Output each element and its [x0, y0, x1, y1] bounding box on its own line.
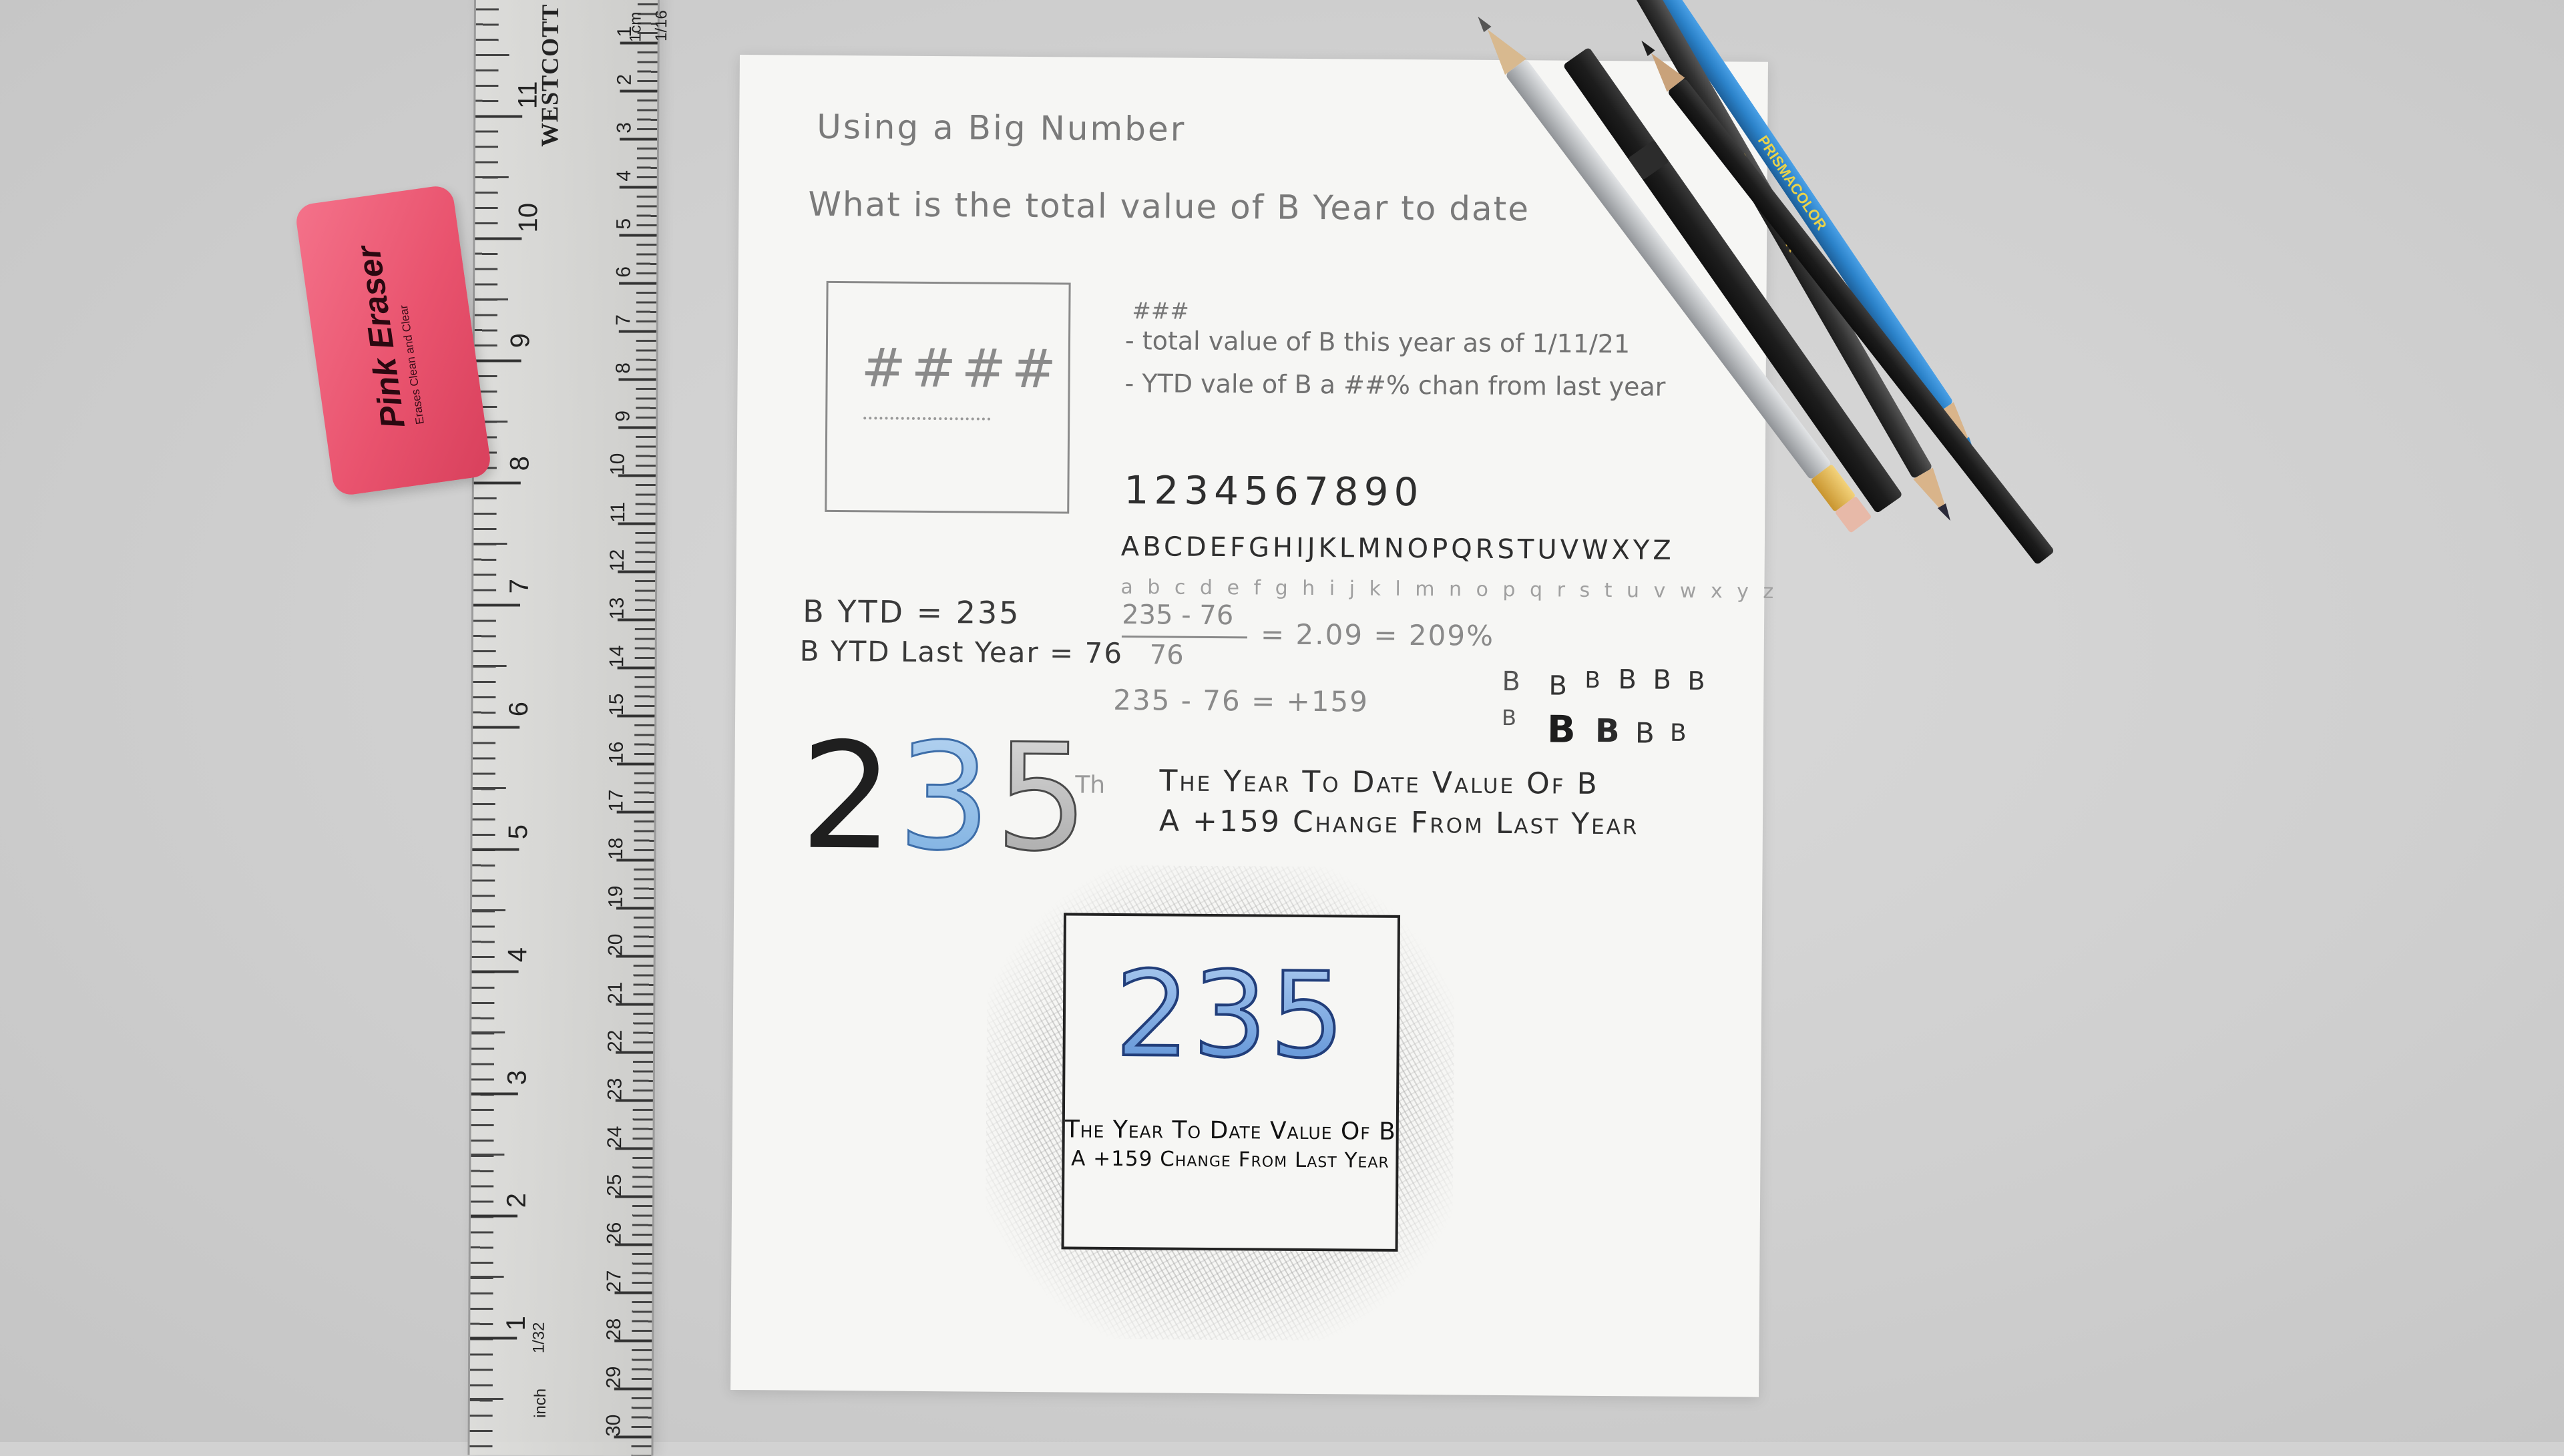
ruler-cm-number: 7: [612, 314, 635, 326]
ruler-inch-number: 8: [505, 455, 535, 471]
calc-last-year: B YTD Last Year = 76: [799, 634, 1124, 670]
b-sample: B: [1548, 670, 1568, 702]
ruler-cm-number: 14: [605, 645, 628, 668]
b-sample: B: [1502, 666, 1521, 698]
note-line-2: - YTD vale of B a ##% chan from last yea…: [1124, 369, 1666, 402]
b-sample: B: [1594, 712, 1620, 750]
ruler-cm-number: 1: [614, 25, 636, 37]
notes-hash: ###: [1132, 298, 1189, 325]
ruler-inch-number: 5: [503, 824, 533, 840]
fraction-numerator: 235 - 76: [1121, 599, 1234, 632]
final-number-card: 235 The Year To Date Value Of B A +159 C…: [1061, 913, 1401, 1252]
ruler-cm-number: 30: [602, 1414, 625, 1437]
sheet-question: What is the total value of B Year to dat…: [808, 184, 1530, 229]
b-sample: B: [1501, 704, 1517, 731]
final-caption-line-1: The Year To Date Value Of B: [1064, 1116, 1396, 1146]
big-number-digit-2: 3: [896, 710, 997, 884]
eraser-label: Pink Eraser Erases Clean and Clear: [349, 242, 427, 431]
sketch-box-placeholder: ####: [861, 336, 1062, 401]
ruler-brand: WESTCOTT: [536, 3, 564, 147]
ruler-inch-number: 2: [501, 1192, 531, 1208]
final-number: 235: [1065, 945, 1397, 1085]
fraction-result: = 2.09 = 209%: [1260, 618, 1495, 652]
ruler-cm-number: 4: [613, 170, 636, 182]
ruler-cm-number: 8: [612, 362, 635, 374]
b-sample: B: [1618, 664, 1637, 696]
ruler-small-label: 1/16: [652, 10, 671, 42]
fraction-denominator: 76: [1149, 640, 1184, 671]
ruler-fraction-label: 1/32: [529, 1322, 548, 1354]
ruler: WESTCOTT 1cm 1/16 1/32 inch 11 10 9 8 7 6 5 4 3 2…: [467, 0, 671, 1456]
ruler-cm-number: 2: [614, 73, 636, 85]
ruler-cm-number: 21: [604, 981, 626, 1005]
paper-sheet: Using a Big Number What is the total val…: [730, 55, 1777, 1397]
b-sample: B: [1669, 719, 1687, 747]
ruler-inch-number: 1: [501, 1315, 531, 1331]
sketch-box: ####: [825, 280, 1071, 514]
digits-practice: 1234567890: [1124, 467, 1424, 515]
caption-line-1: The Year To Date Value Of B: [1159, 764, 1599, 802]
ruler-cm-number: 16: [605, 741, 628, 764]
sheet-title: Using a Big Number: [817, 107, 1187, 149]
ruler-cm-number: 28: [602, 1318, 625, 1341]
ruler-cm-number: 23: [604, 1077, 626, 1101]
uppercase-practice: ABCDEFGHIJKLMNOPQRSTUVWXYZ: [1120, 531, 1675, 566]
note-line-1: - total value of B this year as of 1/11/…: [1124, 326, 1631, 359]
ruler-cm-number: 24: [603, 1126, 626, 1149]
b-sample: B: [1546, 708, 1576, 752]
ruler-cm-number: 15: [605, 693, 628, 716]
b-sample: B: [1635, 716, 1655, 750]
ruler-unit-bottom: inch: [531, 1388, 550, 1418]
sketch-box-squiggle: [863, 403, 991, 421]
ruler-cm-number: 20: [604, 933, 627, 957]
lowercase-practice: a b c d e f g h i j k l m n o p q r s t …: [1120, 575, 1778, 603]
ruler-cm-number: 29: [602, 1366, 625, 1389]
big-number-sketch: 235: [799, 710, 1094, 885]
ruler-cm-number: 3: [613, 122, 636, 134]
ruler-cm-number: 9: [612, 410, 634, 422]
difference-line: 235 - 76 = +159: [1113, 683, 1369, 718]
ruler-cm-number: 19: [604, 885, 627, 909]
ruler-inch-number: 4: [503, 947, 533, 963]
ruler-cm-number: 5: [613, 218, 636, 230]
ruler-cm-number: 18: [604, 837, 627, 861]
b-sample: B: [1653, 664, 1672, 696]
ruler-cm-number: 11: [606, 501, 630, 523]
ruler-cm-number: 25: [603, 1174, 626, 1197]
ruler-inch-number: 11: [513, 81, 543, 109]
ruler-cm-number: 26: [603, 1222, 626, 1245]
ruler-cm-number: 6: [612, 266, 635, 278]
ruler-cm-number: 27: [602, 1270, 625, 1293]
ruler-cm-number: 13: [606, 597, 628, 620]
ruler-cm-number: 12: [606, 549, 628, 572]
ruler-cm-number: 17: [604, 789, 628, 812]
b-sample: B: [1687, 666, 1705, 696]
ruler-inch-number: 3: [502, 1069, 532, 1085]
big-number-digit-1: 2: [799, 710, 899, 883]
ruler-inch-number: 10: [513, 202, 544, 233]
scribble: Th: [1075, 771, 1106, 799]
ruler-cm-number: 10: [606, 453, 629, 476]
ruler-inch-number: 9: [505, 332, 536, 348]
ruler-inch-number: 6: [503, 701, 533, 717]
ruler-cm-number: 22: [604, 1029, 626, 1053]
ruler-inch-number: 7: [504, 578, 534, 594]
final-caption-line-2: A +159 Change From Last Year: [1071, 1146, 1390, 1173]
caption-line-2: A +159 Change From Last Year: [1158, 804, 1639, 842]
fraction-bar: [1121, 636, 1247, 639]
b-sample: B: [1584, 666, 1600, 694]
calc-ytd: B YTD = 235: [802, 593, 1021, 631]
